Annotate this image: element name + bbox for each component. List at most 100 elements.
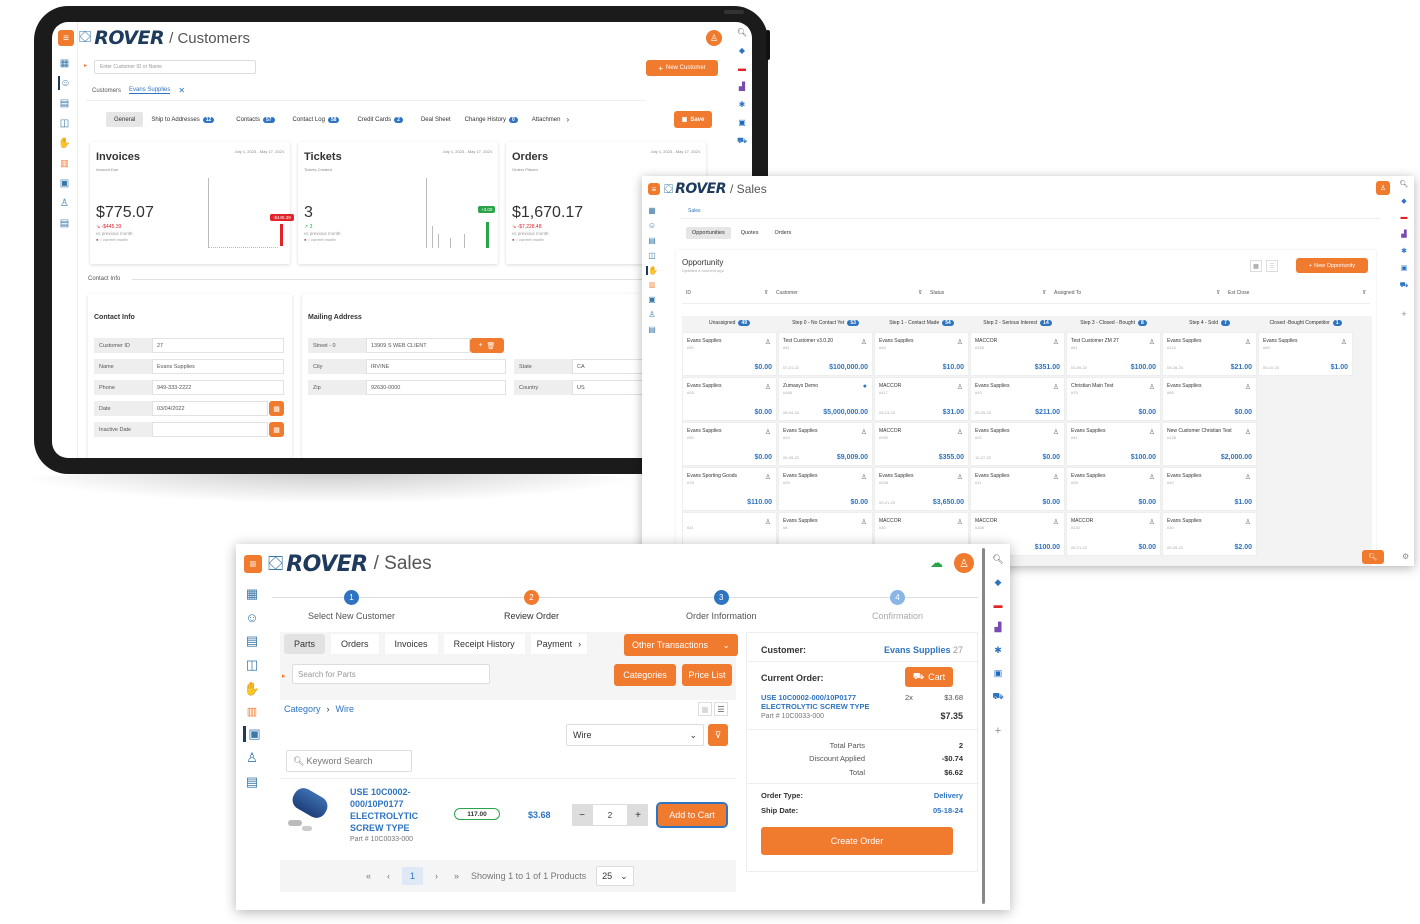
assignee-icon[interactable]: ♙ xyxy=(765,428,771,436)
tab-attachments[interactable]: Attachmen › xyxy=(526,112,575,127)
opportunity-card[interactable]: Evans Supplies #42 $1.00 ♙ xyxy=(1162,467,1257,511)
menu-icon[interactable]: ≡ xyxy=(244,555,262,573)
chart-icon[interactable]: ▟ xyxy=(995,622,1002,633)
opportunity-card[interactable]: Evans Supplies #14 09-26-22 $9,009.00 ♙ xyxy=(778,422,873,466)
list-view-icon[interactable]: ☰ xyxy=(1266,260,1278,272)
opportunity-card[interactable]: Evans Supplies #41 $100.00 ♙ xyxy=(1066,422,1161,466)
opportunity-card[interactable]: Evans Supplies #30 $0.00 ♙ xyxy=(682,332,777,376)
zip-field[interactable]: 92630-0000 xyxy=(366,380,506,395)
opportunity-card[interactable]: Evans Supplies #28 $0.00 ♙ xyxy=(682,377,777,421)
calendar-icon[interactable]: ▦ xyxy=(269,422,284,437)
opportunity-card[interactable]: Evans Supplies #22 10-27-22 $0.00 ♙ xyxy=(970,422,1065,466)
reports-icon[interactable]: ◫ xyxy=(648,251,656,260)
filter-status[interactable]: Status ⊽ xyxy=(926,290,1050,303)
filter-id[interactable]: ID ⊽ xyxy=(682,290,772,303)
gear-icon[interactable]: ⚙ xyxy=(1402,552,1409,561)
assignee-icon[interactable]: ♙ xyxy=(765,338,771,346)
order-item-name[interactable]: USE 10C0002-000/10P0177 ELECTROLYTIC SCR… xyxy=(761,693,873,711)
sales-icon[interactable]: ✋ xyxy=(58,136,72,150)
order-type-value[interactable]: Delivery xyxy=(934,791,963,800)
user-icon[interactable]: ♙ xyxy=(58,196,72,210)
add-icon[interactable]: + xyxy=(1401,309,1406,319)
barcode-icon[interactable]: ▥ xyxy=(58,156,72,170)
plus-icon[interactable]: + xyxy=(628,804,648,826)
outlook-icon[interactable]: ▣ xyxy=(738,118,746,127)
assignee-icon[interactable]: ♙ xyxy=(1149,338,1155,346)
assignee-icon[interactable]: ♙ xyxy=(861,428,867,436)
dashboard-icon[interactable]: ▦ xyxy=(246,586,258,602)
prev-page-icon[interactable]: ‹ xyxy=(387,871,390,881)
per-page-select[interactable]: 25 ⌄ xyxy=(596,866,634,886)
search-icon[interactable]: 🔍︎ xyxy=(1400,180,1409,188)
outlook-icon[interactable]: ▣ xyxy=(1401,264,1408,272)
tab-quotes[interactable]: Quotes xyxy=(735,227,765,239)
customer-value[interactable]: Evans Supplies 27 xyxy=(884,645,963,655)
tab-opportunities[interactable]: Opportunities xyxy=(686,227,731,239)
opportunity-card[interactable]: MACCOR #150 $355.00 ♙ xyxy=(874,422,969,466)
tab-parts[interactable]: Parts xyxy=(284,634,326,654)
opportunity-card[interactable]: Evans Supplies #43 09-25-23 $211.00 ♙ xyxy=(970,377,1065,421)
tab-orders[interactable]: Orders xyxy=(331,634,379,654)
tag-icon[interactable]: ◆ xyxy=(995,577,1002,588)
ledger-icon[interactable]: ▤ xyxy=(58,216,72,230)
other-transactions-dropdown[interactable]: Other Transactions ⌄ xyxy=(624,634,738,656)
inactive-date-field[interactable] xyxy=(152,422,268,437)
assignee-icon[interactable]: ♙ xyxy=(957,383,963,391)
assignee-icon[interactable]: ♙ xyxy=(1245,338,1251,346)
opportunity-card[interactable]: Evans Supplies #30 09-28-22 $2.00 ♙ xyxy=(1162,512,1257,556)
create-order-button[interactable]: Create Order xyxy=(761,827,953,855)
assignee-icon[interactable]: ♙ xyxy=(765,383,771,391)
search-fab[interactable]: 🔍︎ xyxy=(1362,550,1384,564)
add-icon[interactable]: + xyxy=(479,342,483,349)
opportunity-card[interactable]: Evans Supplies #29 $0.00 ♙ xyxy=(778,467,873,511)
filter-assigned-to[interactable]: Assigned To ⊽ xyxy=(1050,290,1224,303)
calculator-icon[interactable]: ▤ xyxy=(58,96,72,110)
opportunity-card[interactable]: Zumasys Demo #168 06-04-24 $5,000,000.00 ● xyxy=(778,377,873,421)
tab-contacts[interactable]: Contacts 57 xyxy=(230,112,280,127)
avatar[interactable]: ♙ xyxy=(706,30,722,46)
breadcrumb-root[interactable]: Category xyxy=(284,704,321,714)
opportunity-card[interactable]: Evans Supplies #55 $0.00 ♙ xyxy=(1162,377,1257,421)
opportunity-card[interactable]: Evans Supplies #46 $10.00 ♙ xyxy=(874,332,969,376)
add-icon[interactable]: + xyxy=(995,725,1001,737)
grid-view-icon[interactable]: ▦ xyxy=(698,702,712,716)
assignee-icon[interactable]: ♙ xyxy=(1149,473,1155,481)
cart-icon[interactable]: ⛟ xyxy=(737,136,747,146)
toolbox-icon[interactable]: ▬ xyxy=(738,64,746,73)
assignee-icon[interactable]: ♙ xyxy=(1053,383,1059,391)
assignee-icon[interactable]: ♙ xyxy=(957,338,963,346)
opportunity-card[interactable]: Evans Supplies #90 09-10-23 $1.00 ♙ xyxy=(1258,332,1353,376)
cart-icon[interactable]: ⛟ xyxy=(1400,281,1409,290)
tag-icon[interactable]: ◆ xyxy=(1401,197,1406,205)
scrollbar[interactable] xyxy=(982,548,985,904)
new-opportunity-button[interactable]: + New Opportunity xyxy=(1296,258,1368,273)
outlook-icon[interactable]: ▣ xyxy=(994,668,1003,679)
street-field[interactable]: 13909 S WEB CLIENT xyxy=(366,338,470,353)
avatar[interactable]: ♙ xyxy=(1376,181,1390,195)
calculator-icon[interactable]: ▤ xyxy=(246,633,258,649)
chart-icon[interactable]: ▟ xyxy=(1401,230,1406,238)
quantity-input[interactable]: 2 xyxy=(592,804,628,826)
name-field[interactable]: Evans Supplies xyxy=(152,359,284,374)
city-field[interactable]: IRVINE xyxy=(366,359,506,374)
reports-icon[interactable]: ◫ xyxy=(58,116,72,130)
opportunity-card[interactable]: Evans Supplies #124 09-28-23 $21.00 ♙ xyxy=(1162,332,1257,376)
assignee-icon[interactable]: ♙ xyxy=(1149,428,1155,436)
ledger-icon[interactable]: ▤ xyxy=(246,774,258,790)
breadcrumb-current[interactable]: Evans Supplies xyxy=(129,87,171,94)
next-page-icon[interactable]: › xyxy=(435,871,438,881)
menu-icon[interactable]: ≡ xyxy=(648,183,660,195)
barcode-icon[interactable]: ▥ xyxy=(247,705,257,718)
tab-contact-log[interactable]: Contact Log 58 xyxy=(287,112,346,127)
opportunity-card[interactable]: MACCOR #117 09-13-23 $31.00 ♙ xyxy=(874,377,969,421)
chart-icon[interactable]: ▟ xyxy=(739,82,745,91)
assignee-icon[interactable]: ♙ xyxy=(957,428,963,436)
sales-icon[interactable]: ✋ xyxy=(646,266,658,275)
reports-icon[interactable]: ◫ xyxy=(246,657,258,673)
tab-ship-to-addresses[interactable]: Ship to Addresses 12 xyxy=(145,112,220,127)
minus-icon[interactable]: − xyxy=(572,804,592,826)
opportunity-card[interactable]: Christian Main Test #75 $0.00 ♙ xyxy=(1066,377,1161,421)
tag-icon[interactable]: ◆ xyxy=(739,46,745,55)
list-view-icon[interactable]: ☰ xyxy=(714,702,728,716)
phone-field[interactable]: 949-333-2222 xyxy=(152,380,284,395)
